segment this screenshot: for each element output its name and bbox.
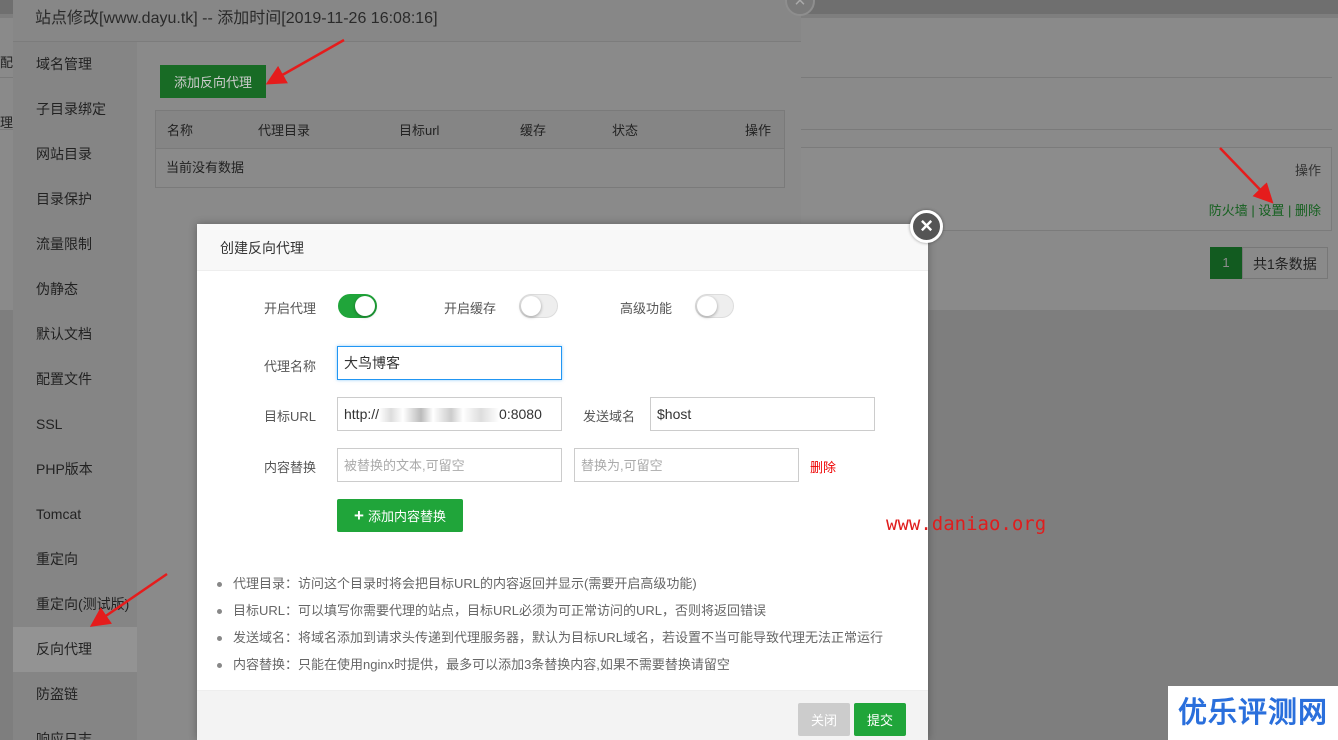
toggle-label-advanced: 高级功能 [619, 301, 672, 316]
col-cache: 缓存 [520, 123, 547, 138]
replace-from-input[interactable] [337, 448, 562, 482]
help-item: 目标URL：可以填写你需要代理的站点，目标URL必须为可正常访问的URL，否则将… [215, 597, 915, 624]
sidebar-item-log[interactable]: 响应日志 [13, 717, 137, 740]
target-url-prefix: http:// [344, 406, 380, 422]
background-ops-header: 操作 [1294, 163, 1321, 178]
col-name: 名称 [167, 123, 194, 138]
toggle-label-proxy: 开启代理 [263, 301, 316, 316]
col-proxy-dir: 代理目录 [258, 123, 311, 138]
firewall-link[interactable]: 防火墙 [1209, 203, 1248, 218]
pager: 1 共1条数据 [1210, 247, 1328, 279]
sidebar-item-redirect[interactable]: 重定向 [13, 537, 137, 582]
sidebar-item-hotlink[interactable]: 防盗链 [13, 672, 137, 717]
sidebar-item-redirect-beta[interactable]: 重定向(测试版) [13, 582, 137, 627]
proxy-table-header: 名称 代理目录 目标url 缓存 状态 操作 [156, 111, 784, 149]
sidebar-item-domain[interactable]: 域名管理 [13, 42, 137, 87]
replace-to-input[interactable] [574, 448, 799, 482]
cache-enable-toggle[interactable] [519, 294, 558, 318]
sidebar-item-rewrite[interactable]: 伪静态 [13, 267, 137, 312]
dialog-title: 创建反向代理 [197, 224, 928, 271]
proxy-table: 名称 代理目录 目标url 缓存 状态 操作 当前没有数据 [155, 110, 785, 188]
send-domain-input[interactable] [650, 397, 875, 431]
background-fragment: 配 [0, 55, 14, 70]
dialog-close-icon[interactable]: × [910, 210, 943, 243]
sidebar-item-subdir[interactable]: 子目录绑定 [13, 87, 137, 132]
sidebar-item-site-dir[interactable]: 网站目录 [13, 132, 137, 177]
help-item: 发送域名：将域名添加到请求头传递到代理服务器，默认为目标URL域名，若设置不当可… [215, 624, 915, 651]
sidebar-item-dir-protect[interactable]: 目录保护 [13, 177, 137, 222]
background-site-table: 操作 防火墙 | 设置 | 删除 [800, 147, 1332, 231]
background-fragment: 理 [0, 115, 14, 130]
help-item: 内容替换：只能在使用nginx时提供，最多可以添加3条替换内容,如果不需要替换请… [215, 651, 915, 678]
sidebar-item-tomcat[interactable]: Tomcat [13, 492, 137, 537]
target-url-suffix: 0:8080 [499, 406, 542, 422]
watermark-url: www.daniao.org [886, 513, 1047, 535]
dialog-footer: 关闭 提交 [197, 690, 928, 740]
proxy-table-empty: 当前没有数据 [166, 160, 245, 175]
advanced-enable-toggle[interactable] [695, 294, 734, 318]
toggle-label-cache: 开启缓存 [443, 301, 496, 316]
site-sidebar: 域名管理 子目录绑定 网站目录 目录保护 流量限制 伪静态 默认文档 配置文件 … [13, 42, 137, 740]
help-list: 代理目录：访问这个目录时将会把目标URL的内容返回并显示(需要开启高级功能) 目… [215, 570, 915, 678]
add-content-replace-button[interactable]: + 添加内容替换 [337, 499, 463, 532]
col-target-url: 目标url [399, 123, 440, 138]
background-row-actions: 防火墙 | 设置 | 删除 [1208, 203, 1321, 218]
delete-site-link[interactable]: 删除 [1295, 203, 1321, 218]
ip-redaction [379, 408, 500, 423]
close-button[interactable]: 关闭 [798, 703, 850, 736]
sidebar-item-default-doc[interactable]: 默认文档 [13, 312, 137, 357]
help-item: 代理目录：访问这个目录时将会把目标URL的内容返回并显示(需要开启高级功能) [215, 570, 915, 597]
pager-total: 共1条数据 [1242, 247, 1328, 279]
col-ops: 操作 [745, 123, 772, 138]
sidebar-item-config[interactable]: 配置文件 [13, 357, 137, 402]
sidebar-item-reverse-proxy[interactable]: 反向代理 [13, 627, 137, 672]
col-status: 状态 [612, 123, 639, 138]
sidebar-item-traffic[interactable]: 流量限制 [13, 222, 137, 267]
settings-link[interactable]: 设置 [1258, 203, 1284, 218]
plus-icon: + [354, 506, 364, 525]
target-url-label: 目标URL [263, 409, 316, 424]
add-reverse-proxy-button[interactable]: 添加反向代理 [160, 65, 266, 98]
send-domain-label: 发送域名 [582, 409, 635, 424]
proxy-name-input[interactable] [337, 346, 562, 380]
sidebar-item-ssl[interactable]: SSL [13, 402, 137, 447]
proxy-enable-toggle[interactable] [338, 294, 377, 318]
pager-current[interactable]: 1 [1210, 247, 1242, 279]
proxy-name-label: 代理名称 [263, 359, 316, 374]
target-url-input[interactable]: http:// 0:8080 [337, 397, 562, 431]
delete-replace-link[interactable]: 删除 [810, 457, 836, 476]
add-content-replace-label: 添加内容替换 [367, 509, 446, 524]
create-proxy-dialog: 创建反向代理 开启代理 开启缓存 高级功能 代理名称 目标URL http://… [197, 224, 928, 740]
content-replace-label: 内容替换 [263, 460, 316, 475]
site-window-title: 站点修改[www.dayu.tk] -- 添加时间[2019-11-26 16:… [13, 0, 801, 42]
watermark-logo: 优乐评测网 [1168, 686, 1338, 740]
submit-button[interactable]: 提交 [854, 703, 906, 736]
sidebar-item-php[interactable]: PHP版本 [13, 447, 137, 492]
